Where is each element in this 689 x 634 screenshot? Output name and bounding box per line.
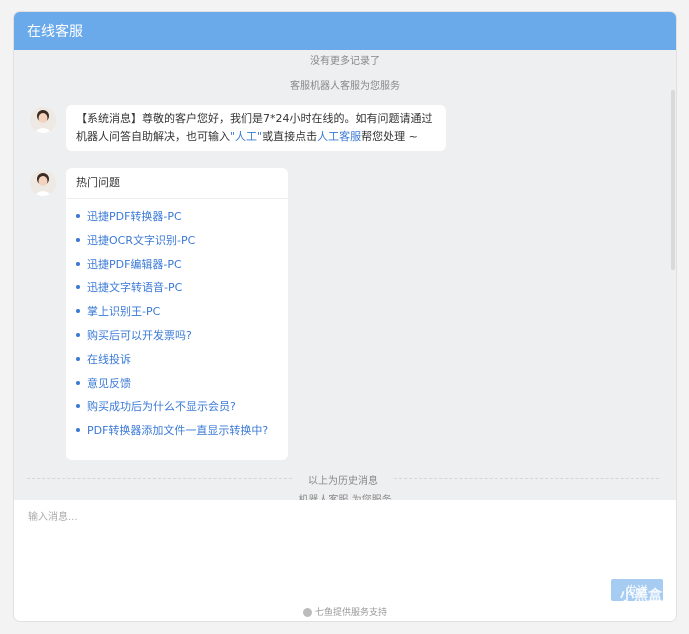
bullet-icon: [76, 261, 80, 266]
system-message-middle: 或直接点击: [262, 130, 318, 143]
window-title: 在线客服: [27, 24, 83, 40]
watermark: 小黑盒: [620, 588, 662, 604]
bullet-icon: [76, 356, 80, 361]
chat-scrollbar[interactable]: [671, 90, 675, 270]
input-area: 发送 七鱼提供服务支持 小黑盒: [14, 500, 676, 621]
hot-question-item[interactable]: 在线投诉: [76, 348, 278, 372]
hot-question-item[interactable]: 购买后可以开发票吗?: [76, 324, 278, 348]
agent-avatar: [30, 170, 56, 196]
service-footer: 七鱼提供服务支持: [14, 605, 676, 618]
history-divider-label: 以上为历史消息: [300, 476, 386, 487]
bullet-icon: [76, 309, 80, 314]
hot-question-item[interactable]: 迅捷PDF转换器-PC: [76, 205, 278, 229]
qiyu-logo-icon: [302, 608, 312, 617]
bullet-icon: [76, 404, 80, 409]
bullet-icon: [76, 237, 80, 242]
hot-question-item[interactable]: PDF转换器添加文件一直显示转换中?: [76, 419, 278, 443]
robot-serving-note-bottom: 机器人客服 为您服务: [14, 491, 676, 500]
system-message-bubble: 【系统消息】尊敬的客户您好，我们是7*24小时在线的。如有问题请通过机器人问答自…: [66, 105, 446, 151]
robot-serving-note: 客服机器人客服为您服务: [290, 81, 400, 92]
bullet-icon: [76, 332, 80, 337]
hot-question-item[interactable]: 掌上识别王-PC: [76, 300, 278, 324]
history-divider: 以上为历史消息: [27, 472, 659, 487]
hot-question-item[interactable]: 购买成功后为什么不显示会员?: [76, 395, 278, 419]
bullet-icon: [76, 428, 80, 433]
chat-window: 在线客服 没有更多记录了 客服机器人客服为您服务 【系统消息】尊敬的客户您好，我…: [14, 12, 676, 621]
system-message-suffix: 帮您处理 ~: [361, 130, 418, 143]
hot-questions-list: 迅捷PDF转换器-PC 迅捷OCR文字识别-PC 迅捷PDF编辑器-PC 迅捷文…: [66, 199, 288, 447]
hot-question-item[interactable]: 迅捷PDF编辑器-PC: [76, 253, 278, 277]
footer-text: 七鱼提供服务支持: [314, 608, 387, 618]
hot-questions-title: 热门问题: [66, 168, 288, 199]
chat-history[interactable]: 没有更多记录了 客服机器人客服为您服务 【系统消息】尊敬的客户您好，我们是7*2…: [14, 50, 676, 500]
hot-question-item[interactable]: 意见反馈: [76, 372, 278, 396]
human-service-link[interactable]: 人工客服: [317, 130, 361, 143]
agent-avatar: [30, 107, 56, 133]
hot-question-item[interactable]: 迅捷OCR文字识别-PC: [76, 229, 278, 253]
bullet-icon: [76, 214, 80, 218]
hot-questions-card: 热门问题 迅捷PDF转换器-PC 迅捷OCR文字识别-PC 迅捷PDF编辑器-P…: [66, 168, 288, 460]
chat-header: 在线客服: [14, 12, 676, 50]
message-input[interactable]: [26, 506, 660, 580]
no-more-records-note: 没有更多记录了: [310, 56, 380, 67]
hot-question-item[interactable]: 迅捷文字转语音-PC: [76, 276, 278, 300]
manual-keyword-link[interactable]: "人工": [230, 130, 262, 143]
bullet-icon: [76, 380, 80, 385]
bullet-icon: [76, 285, 80, 290]
